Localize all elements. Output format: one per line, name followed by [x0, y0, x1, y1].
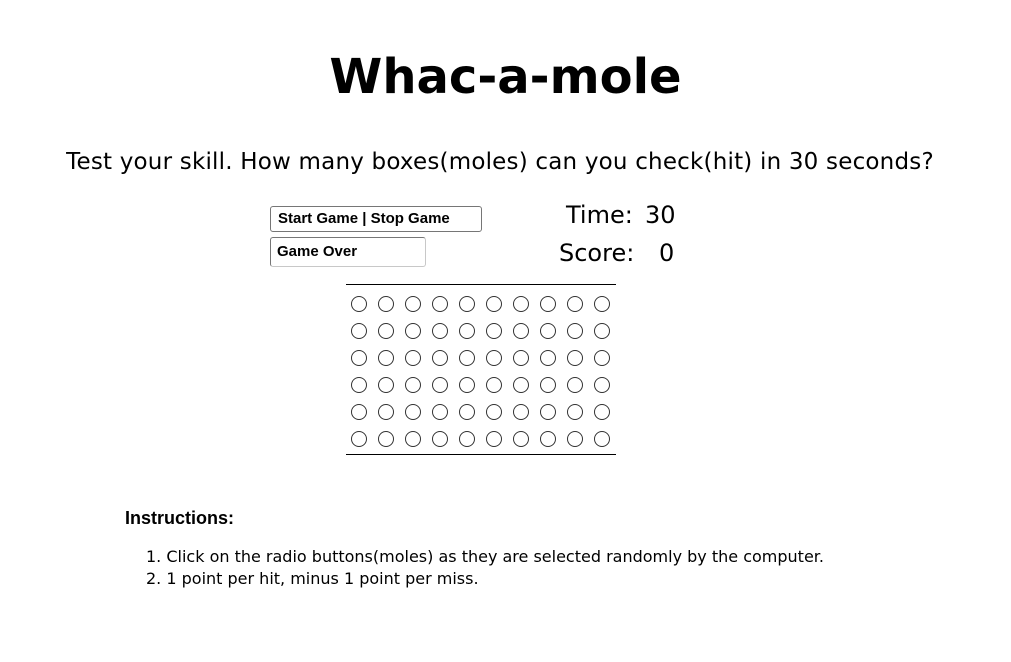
board-row — [346, 322, 616, 340]
mole-radio-button[interactable] — [567, 404, 583, 420]
mole-radio-button[interactable] — [459, 377, 475, 393]
instruction-item: 2. 1 point per hit, minus 1 point per mi… — [146, 569, 479, 588]
mole-radio-button[interactable] — [378, 404, 394, 420]
mole-radio-button[interactable] — [351, 296, 367, 312]
mole-radio-button[interactable] — [513, 404, 529, 420]
score-label: Score: — [559, 239, 635, 267]
mole-radio-button[interactable] — [459, 296, 475, 312]
board-row — [346, 430, 616, 448]
mole-radio-button[interactable] — [459, 350, 475, 366]
mole-radio-button[interactable] — [405, 404, 421, 420]
time-value: 30 — [645, 201, 676, 229]
mole-radio-button[interactable] — [594, 350, 610, 366]
mole-radio-button[interactable] — [567, 431, 583, 447]
mole-radio-button[interactable] — [351, 323, 367, 339]
mole-radio-button[interactable] — [486, 323, 502, 339]
mole-radio-button[interactable] — [513, 296, 529, 312]
mole-radio-button[interactable] — [378, 377, 394, 393]
mole-radio-button[interactable] — [459, 404, 475, 420]
mole-radio-button[interactable] — [513, 350, 529, 366]
mole-radio-button[interactable] — [432, 404, 448, 420]
mole-radio-button[interactable] — [486, 350, 502, 366]
mole-radio-button[interactable] — [405, 431, 421, 447]
score-value: 0 — [659, 239, 675, 267]
mole-radio-button[interactable] — [567, 296, 583, 312]
mole-radio-button[interactable] — [486, 404, 502, 420]
mole-radio-button[interactable] — [378, 350, 394, 366]
mole-board — [346, 284, 616, 455]
mole-radio-button[interactable] — [540, 350, 556, 366]
mole-radio-button[interactable] — [378, 431, 394, 447]
mole-radio-button[interactable] — [540, 431, 556, 447]
mole-radio-button[interactable] — [432, 323, 448, 339]
mole-radio-button[interactable] — [432, 350, 448, 366]
mole-radio-button[interactable] — [432, 431, 448, 447]
mole-radio-button[interactable] — [378, 323, 394, 339]
mole-radio-button[interactable] — [567, 323, 583, 339]
mole-radio-button[interactable] — [351, 431, 367, 447]
time-label: Time: — [566, 201, 633, 229]
mole-radio-button[interactable] — [486, 377, 502, 393]
mole-radio-button[interactable] — [486, 296, 502, 312]
mole-radio-button[interactable] — [567, 377, 583, 393]
mole-radio-button[interactable] — [432, 296, 448, 312]
instructions-list: 1. Click on the radio buttons(moles) as … — [146, 546, 824, 590]
mole-radio-button[interactable] — [540, 404, 556, 420]
mole-radio-button[interactable] — [513, 377, 529, 393]
mole-radio-button[interactable] — [567, 350, 583, 366]
board-row — [346, 295, 616, 313]
page-title: Whac-a-mole — [329, 49, 682, 105]
mole-radio-button[interactable] — [594, 296, 610, 312]
mole-radio-button[interactable] — [486, 431, 502, 447]
mole-radio-button[interactable] — [351, 350, 367, 366]
mole-radio-button[interactable] — [459, 323, 475, 339]
mole-radio-button[interactable] — [459, 431, 475, 447]
mole-radio-button[interactable] — [594, 377, 610, 393]
board-row — [346, 349, 616, 367]
mole-radio-button[interactable] — [540, 323, 556, 339]
game-status-field[interactable]: Game Over — [270, 237, 426, 267]
instructions-heading: Instructions: — [125, 508, 235, 528]
board-row — [346, 403, 616, 421]
mole-radio-button[interactable] — [351, 377, 367, 393]
mole-radio-button[interactable] — [594, 431, 610, 447]
mole-radio-button[interactable] — [513, 323, 529, 339]
mole-radio-button[interactable] — [405, 323, 421, 339]
page-subtitle: Test your skill. How many boxes(moles) c… — [66, 149, 934, 175]
mole-radio-button[interactable] — [594, 323, 610, 339]
mole-radio-button[interactable] — [405, 296, 421, 312]
mole-radio-button[interactable] — [540, 296, 556, 312]
mole-radio-button[interactable] — [351, 404, 367, 420]
mole-radio-button[interactable] — [405, 377, 421, 393]
board-row — [346, 376, 616, 394]
mole-radio-button[interactable] — [594, 404, 610, 420]
instruction-item: 1. Click on the radio buttons(moles) as … — [146, 547, 824, 566]
mole-radio-button[interactable] — [378, 296, 394, 312]
mole-radio-button[interactable] — [432, 377, 448, 393]
mole-radio-button[interactable] — [405, 350, 421, 366]
mole-radio-button[interactable] — [513, 431, 529, 447]
mole-radio-button[interactable] — [540, 377, 556, 393]
start-stop-game-button[interactable]: Start Game | Stop Game — [270, 206, 482, 232]
